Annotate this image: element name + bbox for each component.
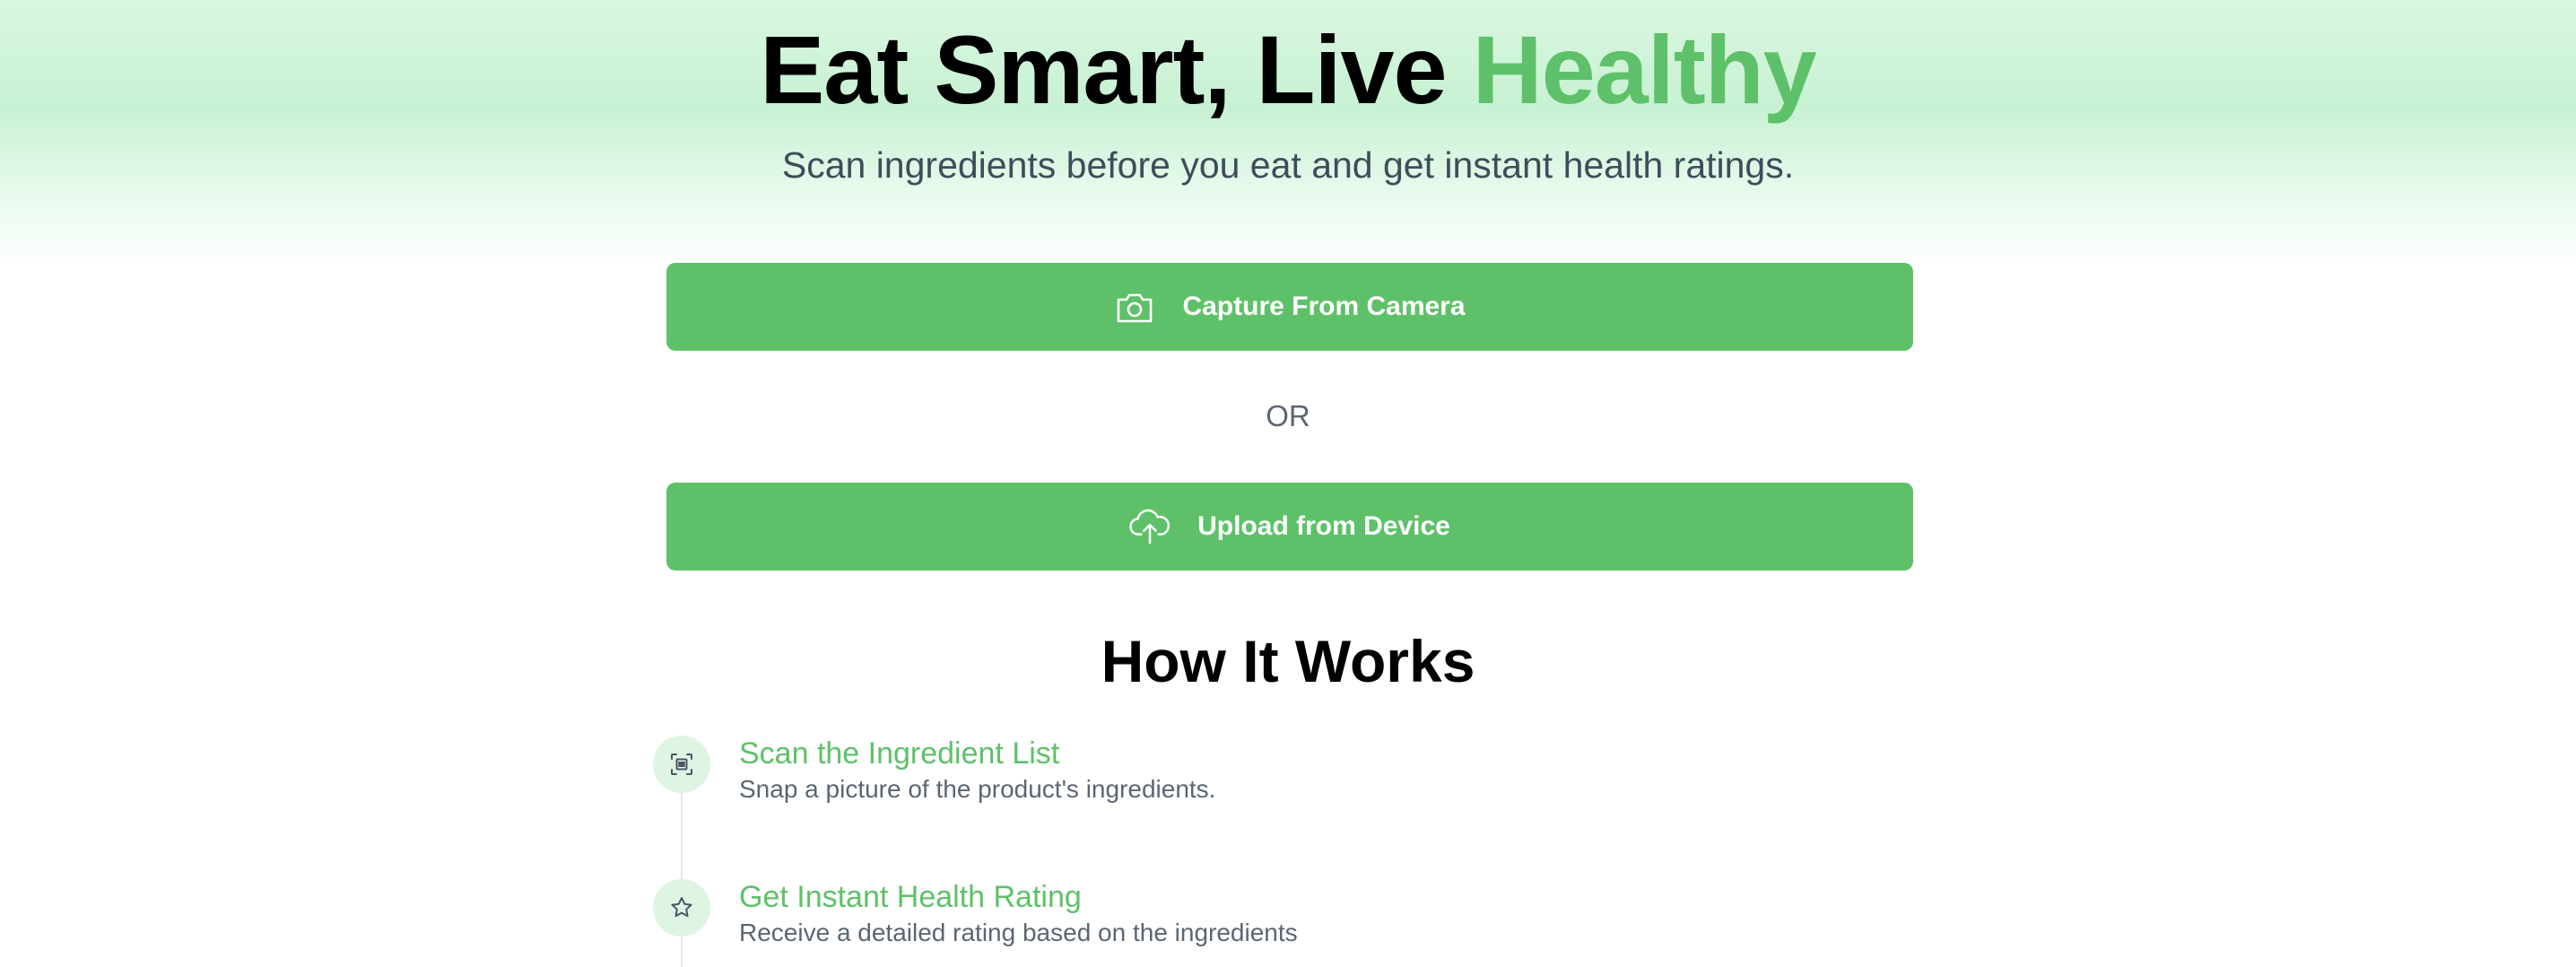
star-icon (653, 879, 710, 937)
upload-from-device-label: Upload from Device (1197, 511, 1450, 541)
cloud-upload-icon (1129, 506, 1171, 547)
capture-from-camera-button[interactable]: Capture From Camera (666, 263, 1913, 351)
hero-title-main: Eat Smart, Live (760, 15, 1473, 124)
hero-subtitle: Scan ingredients before you eat and get … (781, 144, 1795, 186)
how-it-works-title: How It Works (1101, 628, 1475, 694)
step-rating-title: Get Instant Health Rating (739, 880, 1082, 914)
hero-title-accent: Healthy (1472, 15, 1817, 124)
scan-icon (653, 736, 710, 793)
camera-icon (1114, 286, 1155, 327)
upload-from-device-button[interactable]: Upload from Device (666, 483, 1913, 571)
hero-title: Eat Smart, Live Healthy (0, 16, 2576, 124)
step-scan-title: Scan the Ingredient List (739, 736, 1060, 771)
or-divider: OR (1266, 399, 1310, 432)
timeline-connector (681, 789, 683, 967)
page: Eat Smart, Live Healthy Scan ingredients… (0, 0, 2576, 967)
step-scan-description: Snap a picture of the product's ingredie… (739, 775, 1216, 803)
step-rating-description: Receive a detailed rating based on the i… (739, 919, 1298, 946)
capture-from-camera-label: Capture From Camera (1182, 292, 1466, 321)
